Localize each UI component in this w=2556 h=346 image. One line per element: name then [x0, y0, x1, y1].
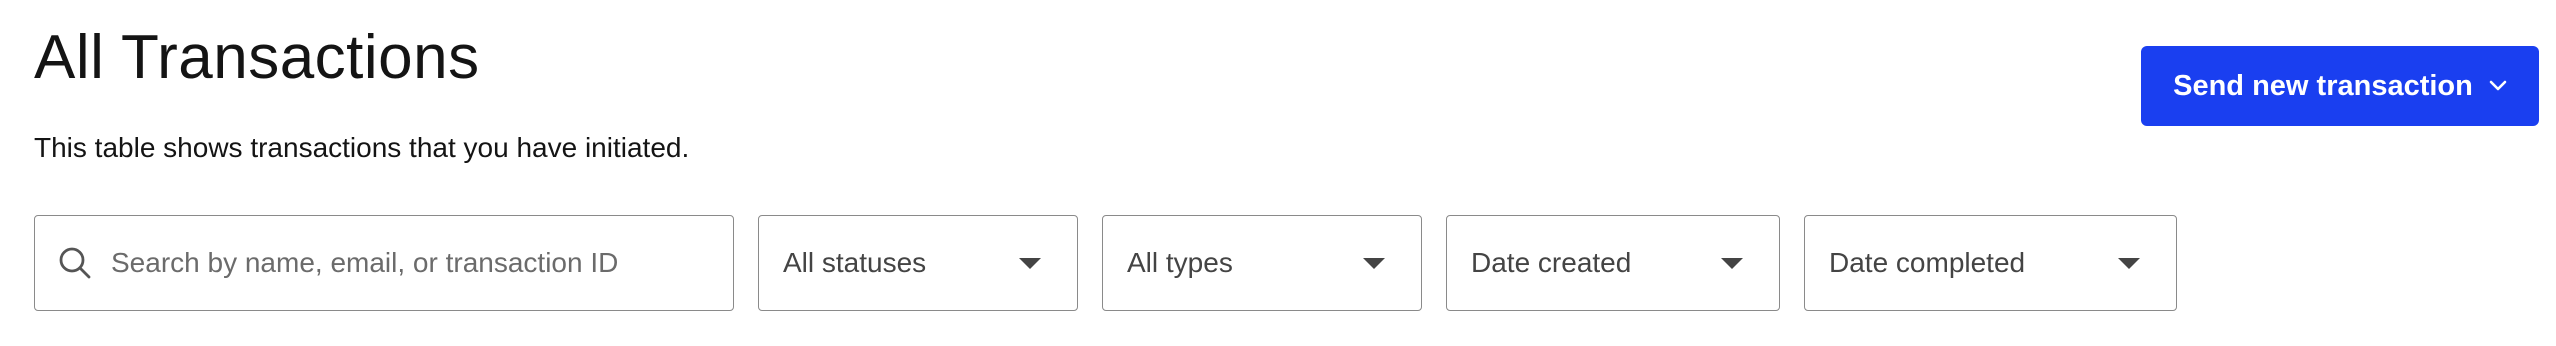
search-input[interactable] — [109, 246, 693, 280]
date-completed-filter-select[interactable]: Date completed — [1804, 215, 2177, 311]
date-completed-filter-value: Date completed — [1829, 247, 2026, 278]
type-filter-select[interactable]: All types — [1102, 215, 1422, 311]
transactions-page: All Transactions This table shows transa… — [0, 0, 2556, 346]
page-title: All Transactions — [34, 23, 480, 92]
date-created-filter-value: Date created — [1471, 247, 1632, 278]
status-filter-select[interactable]: All statuses — [758, 215, 1078, 311]
dropdown-caret-icon — [1363, 257, 1385, 269]
page-subtitle: This table shows transactions that you h… — [34, 132, 690, 163]
send-new-transaction-button[interactable]: Send new transaction — [2141, 46, 2539, 126]
dropdown-caret-icon — [1721, 257, 1743, 269]
send-new-transaction-label: Send new transaction — [2173, 69, 2473, 102]
status-filter-value: All statuses — [783, 247, 927, 278]
type-filter-value: All types — [1127, 247, 1233, 278]
date-created-filter-select[interactable]: Date created — [1446, 215, 1780, 311]
dropdown-caret-icon — [1019, 257, 1041, 269]
dropdown-caret-icon — [2118, 257, 2140, 269]
chevron-down-icon — [2489, 80, 2507, 92]
search-icon — [57, 245, 93, 281]
search-field[interactable] — [34, 215, 734, 311]
